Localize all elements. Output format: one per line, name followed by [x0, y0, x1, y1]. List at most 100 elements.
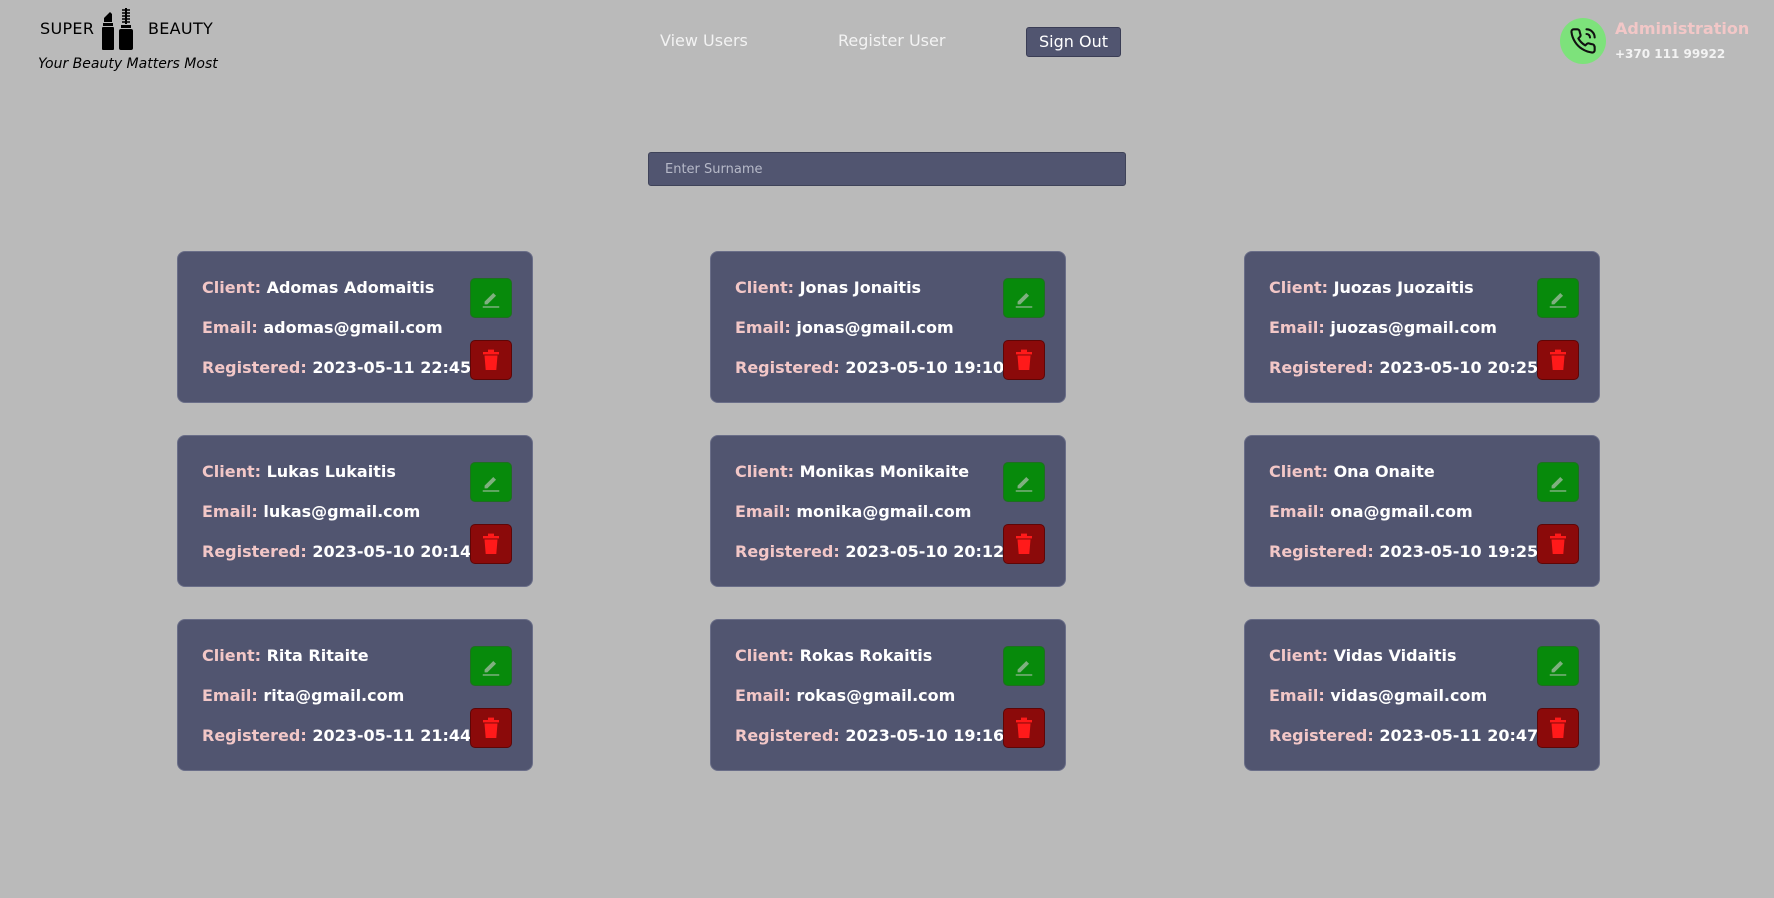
client-label: Client: — [202, 278, 261, 297]
email-label: Email: — [202, 686, 258, 705]
client-label: Client: — [202, 462, 261, 481]
client-registered-row: Registered: 2023-05-10 20:14 — [202, 542, 471, 561]
client-name-row: Client: Rokas Rokaitis — [735, 646, 932, 665]
client-name-row: Client: Rita Ritaite — [202, 646, 369, 665]
trash-icon — [1016, 533, 1032, 554]
client-email: ona@gmail.com — [1330, 502, 1473, 521]
client-name: Juozas Juozaitis — [1333, 278, 1474, 297]
client-registered-row: Registered: 2023-05-10 19:16 — [735, 726, 1004, 745]
client-name: Ona Onaite — [1333, 462, 1435, 481]
registered-label: Registered: — [202, 542, 307, 561]
client-registered-row: Registered: 2023-05-11 22:45 — [202, 358, 471, 377]
client-name-row: Client: Adomas Adomaitis — [202, 278, 434, 297]
client-registered-row: Registered: 2023-05-11 21:44 — [202, 726, 471, 745]
edit-client-button[interactable] — [470, 278, 512, 318]
registered-label: Registered: — [735, 726, 840, 745]
client-name: Lukas Lukaitis — [266, 462, 396, 481]
client-label: Client: — [202, 646, 261, 665]
client-registered: 2023-05-10 20:12 — [845, 542, 1005, 561]
client-email: monika@gmail.com — [796, 502, 972, 521]
delete-client-button[interactable] — [1537, 708, 1579, 748]
registered-label: Registered: — [1269, 726, 1374, 745]
client-card: Client: Rokas Rokaitis Email: rokas@gmail… — [710, 619, 1066, 771]
client-label: Client: — [735, 646, 794, 665]
pencil-icon — [482, 292, 500, 308]
client-card: Client: Rita Ritaite Email: rita@gmail.co… — [177, 619, 533, 771]
client-card: Client: Adomas Adomaitis Email: adomas@gm… — [177, 251, 533, 403]
delete-client-button[interactable] — [1537, 340, 1579, 380]
delete-client-button[interactable] — [1003, 708, 1045, 748]
edit-client-button[interactable] — [1537, 278, 1579, 318]
client-registered: 2023-05-10 20:14 — [312, 542, 472, 561]
client-card: Client: Monikas Monikaite Email: monika@g… — [710, 435, 1066, 587]
delete-client-button[interactable] — [1003, 524, 1045, 564]
client-card: Client: Lukas Lukaitis Email: lukas@gmail… — [177, 435, 533, 587]
client-email: juozas@gmail.com — [1330, 318, 1497, 337]
admin-contact: Administration +370 111 99922 — [1560, 18, 1770, 68]
phone-icon[interactable] — [1560, 18, 1606, 64]
client-name: Rokas Rokaitis — [799, 646, 933, 665]
client-registered: 2023-05-11 21:44 — [312, 726, 472, 745]
client-registered: 2023-05-10 19:25 — [1379, 542, 1539, 561]
client-name-row: Client: Lukas Lukaitis — [202, 462, 396, 481]
edit-client-button[interactable] — [470, 646, 512, 686]
edit-client-button[interactable] — [1537, 646, 1579, 686]
client-card: Client: Ona Onaite Email: ona@gmail.com Re… — [1244, 435, 1600, 587]
client-name: Jonas Jonaitis — [799, 278, 922, 297]
client-registered-row: Registered: 2023-05-10 19:10 — [735, 358, 1004, 377]
trash-icon — [1016, 349, 1032, 370]
brand-tagline: Your Beauty Matters Most — [38, 56, 218, 72]
edit-client-button[interactable] — [1537, 462, 1579, 502]
edit-client-button[interactable] — [1003, 278, 1045, 318]
delete-client-button[interactable] — [1003, 340, 1045, 380]
client-card: Client: Jonas Jonaitis Email: jonas@gmail… — [710, 251, 1066, 403]
client-name: Vidas Vidaitis — [1333, 646, 1457, 665]
client-email-row: Email: ona@gmail.com — [1269, 502, 1473, 521]
client-name-row: Client: Juozas Juozaitis — [1269, 278, 1474, 297]
pencil-icon — [482, 660, 500, 676]
pencil-icon — [1549, 476, 1567, 492]
client-email-row: Email: jonas@gmail.com — [735, 318, 954, 337]
top-nav: View Users Register User Sign Out — [0, 27, 1774, 57]
client-registered-row: Registered: 2023-05-10 20:25 — [1269, 358, 1538, 377]
edit-client-button[interactable] — [470, 462, 512, 502]
delete-client-button[interactable] — [470, 524, 512, 564]
client-email: rokas@gmail.com — [796, 686, 956, 705]
client-email: adomas@gmail.com — [263, 318, 443, 337]
delete-client-button[interactable] — [470, 708, 512, 748]
client-name-row: Client: Monikas Monikaite — [735, 462, 969, 481]
client-name: Rita Ritaite — [266, 646, 369, 665]
delete-client-button[interactable] — [470, 340, 512, 380]
client-email-row: Email: lukas@gmail.com — [202, 502, 420, 521]
delete-client-button[interactable] — [1537, 524, 1579, 564]
nav-register-user-link[interactable]: Register User — [838, 31, 945, 50]
client-email: jonas@gmail.com — [796, 318, 954, 337]
pencil-icon — [1015, 476, 1033, 492]
trash-icon — [1550, 533, 1566, 554]
email-label: Email: — [1269, 318, 1325, 337]
client-email: vidas@gmail.com — [1330, 686, 1488, 705]
client-email: rita@gmail.com — [263, 686, 405, 705]
registered-label: Registered: — [202, 358, 307, 377]
admin-phone-number: +370 111 99922 — [1615, 47, 1726, 61]
email-label: Email: — [202, 502, 258, 521]
trash-icon — [483, 533, 499, 554]
client-email-row: Email: juozas@gmail.com — [1269, 318, 1497, 337]
client-name-row: Client: Vidas Vidaitis — [1269, 646, 1456, 665]
client-email-row: Email: monika@gmail.com — [735, 502, 971, 521]
client-email: lukas@gmail.com — [263, 502, 421, 521]
edit-client-button[interactable] — [1003, 646, 1045, 686]
sign-out-button[interactable]: Sign Out — [1026, 27, 1121, 57]
client-card: Client: Vidas Vidaitis Email: vidas@gmail… — [1244, 619, 1600, 771]
registered-label: Registered: — [1269, 358, 1374, 377]
client-email-row: Email: vidas@gmail.com — [1269, 686, 1487, 705]
nav-view-users-link[interactable]: View Users — [660, 31, 748, 50]
client-registered-row: Registered: 2023-05-11 20:47 — [1269, 726, 1538, 745]
trash-icon — [1550, 717, 1566, 738]
client-label: Client: — [735, 278, 794, 297]
surname-search-input[interactable] — [648, 152, 1126, 186]
registered-label: Registered: — [735, 542, 840, 561]
edit-client-button[interactable] — [1003, 462, 1045, 502]
client-label: Client: — [1269, 278, 1328, 297]
email-label: Email: — [735, 318, 791, 337]
